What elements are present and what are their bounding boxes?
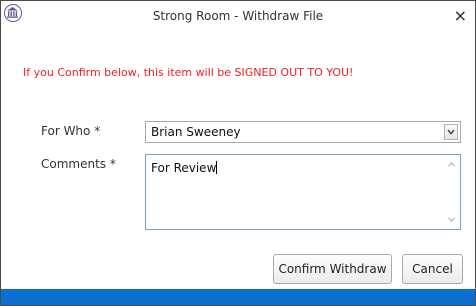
confirm-withdraw-button[interactable]: Confirm Withdraw [273,254,392,284]
comments-textarea[interactable]: For Review [145,154,461,230]
comments-label: Comments * [41,157,116,171]
withdraw-dialog: Strong Room - Withdraw File × If you Con… [0,0,476,306]
comments-value: For Review [151,161,218,175]
scroll-down-icon[interactable] [447,215,456,224]
close-icon[interactable]: × [454,8,467,24]
for-who-label: For Who * [41,124,101,138]
for-who-value: Brian Sweeney [151,125,241,139]
title-bar: Strong Room - Withdraw File × [1,1,475,41]
dialog-title: Strong Room - Withdraw File [152,9,324,23]
scroll-up-icon[interactable] [447,160,456,169]
dropdown-arrow-button[interactable] [444,124,458,140]
for-who-select[interactable]: Brian Sweeney [145,121,461,143]
text-caret [216,161,218,174]
comments-text: For Review [151,161,217,175]
warning-message: If you Confirm below, this item will be … [23,66,354,79]
cancel-button[interactable]: Cancel [402,254,463,284]
chevron-down-icon [447,129,455,135]
bottom-accent-bar [1,289,475,305]
